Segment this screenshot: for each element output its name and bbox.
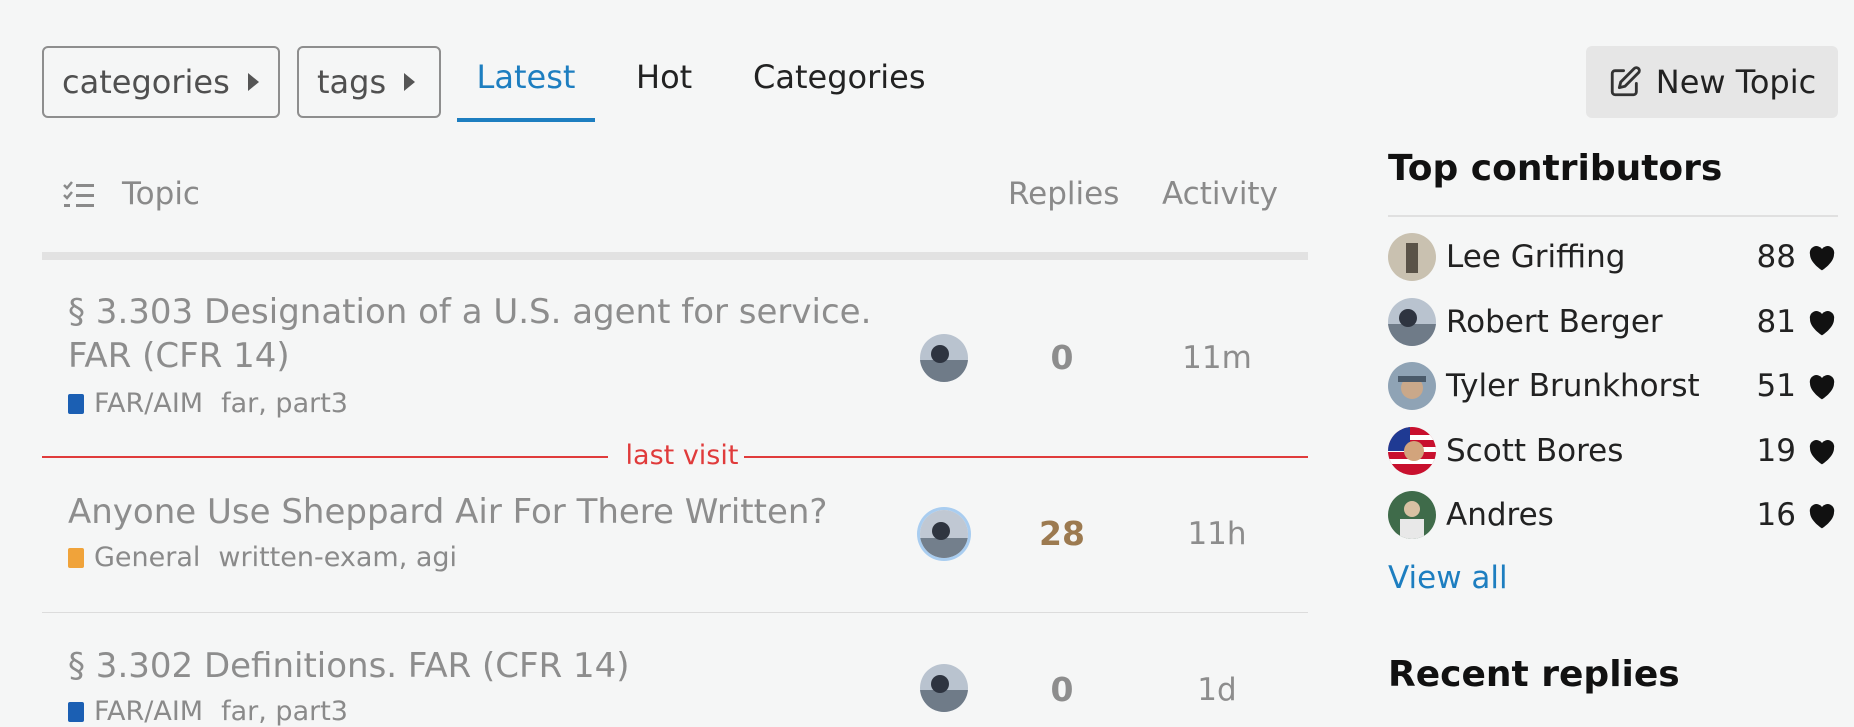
contributor-name[interactable]: Robert Berger bbox=[1446, 304, 1757, 340]
contributor-item[interactable]: Lee Griffing 88 bbox=[1388, 232, 1838, 282]
topic-row: § 3.303 Designation of a U.S. agent for … bbox=[68, 290, 908, 419]
topic-title-line: Anyone Use Sheppard Air For There Writte… bbox=[68, 492, 828, 532]
header-divider bbox=[42, 252, 1308, 260]
avatar[interactable] bbox=[920, 334, 968, 382]
contributor-name[interactable]: Lee Griffing bbox=[1446, 239, 1757, 275]
heart-icon bbox=[1809, 504, 1835, 529]
general-category-icon bbox=[68, 547, 84, 568]
top-contributors-heading: Top contributors bbox=[1388, 148, 1723, 189]
replies-column-header[interactable]: Replies bbox=[1008, 176, 1119, 212]
topic-tags[interactable]: far, part3 bbox=[221, 388, 348, 419]
replies-count[interactable]: 28 bbox=[1032, 514, 1092, 553]
contributor-item[interactable]: Tyler Brunkhorst 51 bbox=[1388, 361, 1838, 411]
view-all-link[interactable]: View all bbox=[1388, 560, 1508, 596]
topic-title-link[interactable]: Anyone Use Sheppard Air For There Writte… bbox=[68, 490, 908, 534]
caret-right-icon bbox=[247, 73, 259, 91]
contributor-name[interactable]: Tyler Brunkhorst bbox=[1446, 368, 1757, 404]
topic-meta: FAR/AIM far, part3 bbox=[68, 388, 908, 419]
tab-latest-label: Latest bbox=[476, 58, 576, 96]
contributor-name[interactable]: Scott Bores bbox=[1446, 433, 1757, 469]
activity-column-header[interactable]: Activity bbox=[1162, 176, 1278, 212]
heart-icon bbox=[1809, 311, 1835, 336]
activity-time[interactable]: 11h bbox=[1177, 516, 1257, 552]
recent-replies-heading: Recent replies bbox=[1388, 654, 1680, 695]
heart-icon bbox=[1809, 246, 1835, 271]
replies-count[interactable]: 0 bbox=[1032, 670, 1092, 709]
row-divider bbox=[42, 612, 1308, 613]
category-link[interactable]: General bbox=[94, 542, 200, 573]
contributor-likes: 51 bbox=[1756, 368, 1796, 404]
tags-dropdown[interactable]: tags bbox=[297, 46, 441, 118]
categories-dropdown[interactable]: categories bbox=[42, 46, 280, 118]
category-link[interactable]: FAR/AIM bbox=[94, 388, 203, 419]
avatar[interactable] bbox=[920, 510, 968, 558]
bulk-select-icon[interactable] bbox=[62, 180, 96, 214]
topic-tags[interactable]: written-exam, agi bbox=[218, 542, 457, 573]
topic-title-link[interactable]: § 3.303 Designation of a U.S. agent for … bbox=[68, 290, 908, 378]
caret-right-icon bbox=[404, 73, 416, 91]
heart-icon bbox=[1809, 440, 1835, 465]
avatar[interactable] bbox=[1388, 233, 1436, 281]
tab-categories[interactable]: Categories bbox=[753, 58, 925, 118]
sidebar-divider bbox=[1388, 215, 1838, 217]
pencil-square-icon bbox=[1610, 66, 1641, 97]
topic-meta: General written-exam, agi bbox=[68, 542, 908, 573]
avatar[interactable] bbox=[1388, 298, 1436, 346]
topic-column-header[interactable]: Topic bbox=[122, 176, 200, 212]
last-visit-divider bbox=[42, 456, 608, 458]
contributor-likes: 88 bbox=[1756, 239, 1796, 275]
new-topic-button[interactable]: New Topic bbox=[1586, 46, 1838, 118]
tags-dropdown-label: tags bbox=[317, 63, 387, 101]
activity-time[interactable]: 1d bbox=[1177, 672, 1257, 708]
replies-count[interactable]: 0 bbox=[1032, 338, 1092, 377]
contributor-item[interactable]: Robert Berger 81 bbox=[1388, 297, 1838, 347]
last-visit-label: last visit bbox=[625, 440, 739, 471]
activity-time[interactable]: 11m bbox=[1177, 340, 1257, 376]
avatar[interactable] bbox=[920, 664, 968, 712]
categories-dropdown-label: categories bbox=[62, 63, 230, 101]
topic-title-line: FAR (CFR 14) bbox=[68, 336, 290, 376]
contributor-likes: 19 bbox=[1756, 433, 1796, 469]
tab-hot-label: Hot bbox=[636, 58, 693, 96]
contributor-item[interactable]: Scott Bores 19 bbox=[1388, 426, 1838, 476]
contributor-likes: 16 bbox=[1756, 497, 1796, 533]
contributor-likes: 81 bbox=[1756, 304, 1796, 340]
avatar[interactable] bbox=[1388, 362, 1436, 410]
topic-title-line: § 3.303 Designation of a U.S. agent for … bbox=[68, 292, 872, 332]
contributor-item[interactable]: Andres 16 bbox=[1388, 490, 1838, 540]
topic-row: § 3.302 Definitions. FAR (CFR 14) FAR/AI… bbox=[68, 644, 908, 727]
heart-icon bbox=[1809, 375, 1835, 400]
topic-title-line: § 3.302 Definitions. FAR (CFR 14) bbox=[68, 646, 630, 686]
avatar[interactable] bbox=[1388, 427, 1436, 475]
contributor-name[interactable]: Andres bbox=[1446, 497, 1757, 533]
book-icon bbox=[68, 393, 84, 414]
topic-title-link[interactable]: § 3.302 Definitions. FAR (CFR 14) bbox=[68, 644, 908, 688]
last-visit-divider bbox=[744, 456, 1308, 458]
avatar[interactable] bbox=[1388, 491, 1436, 539]
tab-categories-label: Categories bbox=[753, 58, 926, 96]
tab-hot[interactable]: Hot bbox=[636, 58, 692, 118]
new-topic-label: New Topic bbox=[1655, 63, 1817, 101]
topic-row: Anyone Use Sheppard Air For There Writte… bbox=[68, 490, 908, 573]
tab-latest[interactable]: Latest bbox=[457, 58, 595, 122]
